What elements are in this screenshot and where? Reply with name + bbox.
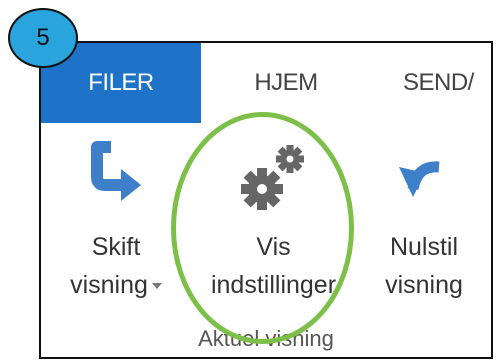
switch-view-button[interactable]: Skift visning bbox=[41, 123, 191, 323]
view-settings-label-line1: Vis bbox=[256, 233, 291, 261]
swap-arrow-icon bbox=[81, 139, 151, 216]
view-settings-label-line2: indstillinger bbox=[210, 271, 337, 299]
reset-view-label-line2: visning bbox=[385, 271, 463, 299]
switch-view-label-text: visning bbox=[70, 271, 148, 299]
switch-view-label-line2: visning bbox=[41, 270, 191, 300]
tab-hjem[interactable]: HJEM bbox=[201, 43, 371, 123]
gears-icon bbox=[234, 139, 314, 224]
screenshot-stage: 5 FILER HJEM SEND/ Skift visning Vis ind… bbox=[0, 0, 499, 361]
ribbon-panel: FILER HJEM SEND/ Skift visning Vis indst… bbox=[39, 41, 493, 359]
step-number-badge: 5 bbox=[8, 8, 78, 68]
group-label-current-view: Aktuel visning bbox=[198, 326, 334, 351]
chevron-down-icon[interactable] bbox=[151, 283, 162, 290]
reset-view-label-line1: Nulstil bbox=[389, 233, 459, 261]
ribbon-tab-bar: FILER HJEM SEND/ bbox=[41, 43, 491, 123]
switch-view-label-line1: Skift bbox=[91, 233, 141, 261]
undo-arrow-icon bbox=[389, 139, 459, 216]
ribbon-group-current-view: Skift visning Vis indstillinger Nulstil … bbox=[41, 123, 491, 357]
reset-view-button[interactable]: Nulstil visning bbox=[359, 123, 489, 323]
tab-send[interactable]: SEND/ bbox=[371, 43, 491, 123]
view-settings-button[interactable]: Vis indstillinger bbox=[176, 123, 371, 323]
